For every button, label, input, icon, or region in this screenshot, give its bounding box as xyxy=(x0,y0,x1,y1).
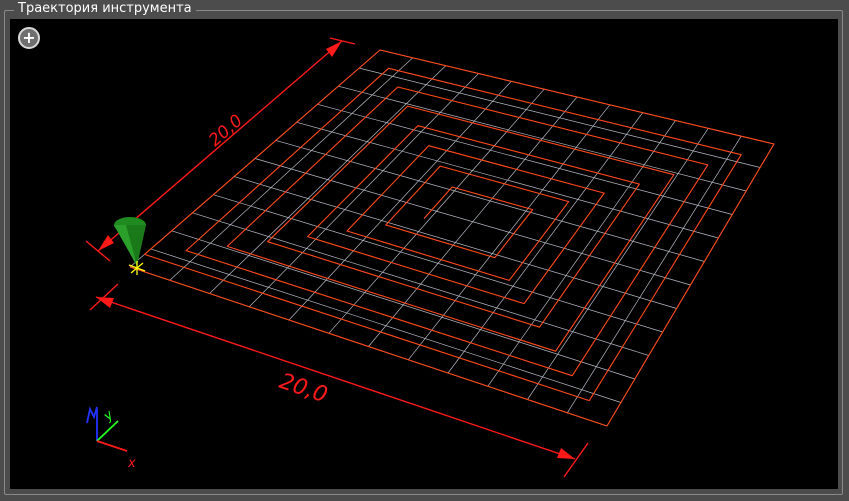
toolpath-panel: Траектория инструмента 20,0 20,0 x y + xyxy=(0,0,849,501)
grid-line-u xyxy=(447,112,643,374)
panel-title: Траектория инструмента xyxy=(14,1,196,17)
grid-line-v xyxy=(359,67,761,168)
axis-x-label: x xyxy=(127,456,136,471)
dimension-y-label: 20,0 xyxy=(205,111,247,151)
toolpath-viewport[interactable]: 20,0 20,0 x y + xyxy=(10,19,838,489)
dimension-x-label: 20,0 xyxy=(276,369,330,408)
axis-y-label: y xyxy=(100,407,117,424)
cone-tool-icon xyxy=(114,217,146,275)
zoom-in-button[interactable]: + xyxy=(18,27,40,49)
xyz-axes-icon: x y xyxy=(86,406,136,471)
grid-line-u xyxy=(527,128,709,400)
grid-line-v xyxy=(296,121,719,239)
toolpath-scene[interactable]: 20,0 20,0 x y xyxy=(10,19,838,489)
grid-line-u xyxy=(487,120,676,387)
grid-line-v xyxy=(254,158,691,286)
plus-icon: + xyxy=(22,28,36,47)
grid-line-v xyxy=(317,103,733,215)
grid-line-v xyxy=(275,140,705,262)
workpiece-grid xyxy=(129,49,775,427)
